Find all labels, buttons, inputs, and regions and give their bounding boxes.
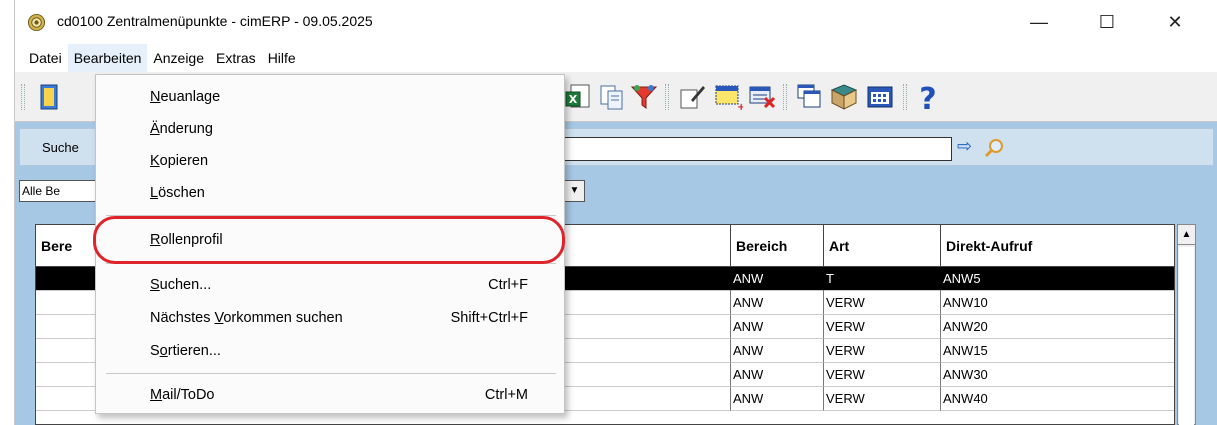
calculator-icon[interactable] [865, 82, 895, 112]
menu-item-shortcut: Ctrl+M [484, 387, 528, 403]
vertical-scrollbar[interactable]: ▲ [1177, 224, 1196, 425]
minimize-button[interactable]: — [1005, 0, 1073, 44]
cell-direkt: ANW10 [941, 291, 1174, 315]
menu-extras[interactable]: Extras [210, 44, 262, 72]
menu-item-naechstes-vorkommen[interactable]: Nächstes Vorkommen suchen Shift+Ctrl+F [96, 303, 564, 333]
menu-datei[interactable]: Datei [23, 44, 68, 72]
cell-art: VERW [824, 387, 941, 411]
cell-bereich: ANW [731, 267, 824, 291]
cell-art: T [824, 267, 941, 291]
column-header-art[interactable]: Art [824, 225, 941, 267]
svg-text:X: X [569, 93, 578, 106]
menu-item-sortieren[interactable]: Sortieren... [96, 336, 564, 366]
search-label: Suche [42, 140, 79, 155]
dropdown-arrow-icon[interactable]: ▼ [564, 181, 584, 201]
column-header-bereich[interactable]: Bereich [731, 225, 824, 267]
cell-direkt: ANW15 [941, 339, 1174, 363]
cell-art: VERW [824, 291, 941, 315]
cell-bereich: ANW [731, 363, 824, 387]
help-question-icon[interactable]: ? [913, 82, 943, 112]
toolbar-separator [903, 84, 907, 110]
menu-item-shortcut: Ctrl+F [488, 277, 528, 293]
close-button[interactable]: ✕ [1141, 0, 1209, 44]
toolbar-separator [665, 84, 669, 110]
cell-art: VERW [824, 339, 941, 363]
menu-item-label: Kopieren [150, 153, 209, 169]
menu-item-label: Sortieren... [150, 343, 221, 359]
new-record-icon[interactable]: + [713, 82, 743, 112]
book-help-icon[interactable] [829, 82, 859, 112]
menu-item-mail-todo[interactable]: Mail/ToDo Ctrl+M [96, 380, 564, 410]
search-go-arrow-icon[interactable]: ⇨ [957, 136, 972, 157]
maximize-button[interactable]: ☐ [1073, 0, 1141, 44]
svg-text:?: ? [919, 82, 936, 112]
cell-direkt: ANW30 [941, 363, 1174, 387]
menu-item-label: Löschen [150, 185, 205, 201]
menu-separator [106, 373, 556, 374]
menu-hilfe[interactable]: Hilfe [262, 44, 302, 72]
menu-item-neuanlage[interactable]: Neuanlage [96, 82, 564, 112]
gear-app-icon [27, 13, 46, 32]
svg-text:+: + [737, 102, 743, 112]
window-title: cd0100 Zentralmenüpunkte - cimERP - 09.0… [57, 13, 373, 29]
menu-item-label: Suchen... [150, 277, 212, 293]
cell-bereich: ANW [731, 315, 824, 339]
menu-item-shortcut: Shift+Ctrl+F [450, 310, 528, 326]
menu-anzeige[interactable]: Anzeige [147, 44, 210, 72]
menu-item-loeschen[interactable]: Löschen [96, 178, 564, 208]
cell-art: VERW [824, 363, 941, 387]
cell-bereich: ANW [731, 339, 824, 363]
menu-item-label: Änderung [150, 121, 213, 137]
menu-item-kopieren[interactable]: Kopieren [96, 146, 564, 176]
menu-item-label: Nächstes Vorkommen suchen [150, 310, 343, 326]
delete-record-icon[interactable] [747, 82, 777, 112]
menu-item-label: Mail/ToDo [150, 387, 215, 403]
toolbar-separator [21, 84, 25, 110]
menu-item-suchen[interactable]: Suchen... Ctrl+F [96, 270, 564, 300]
cell-direkt: ANW40 [941, 387, 1174, 411]
cell-art: VERW [824, 315, 941, 339]
exit-door-icon[interactable] [35, 82, 65, 112]
excel-export-icon[interactable]: X [563, 82, 593, 112]
scroll-thumb[interactable] [1179, 247, 1194, 425]
search-input[interactable] [550, 137, 952, 161]
title-bar: cd0100 Zentralmenüpunkte - cimERP - 09.0… [15, 0, 1217, 44]
menu-item-aenderung[interactable]: Änderung [96, 114, 564, 144]
highlight-annotation [93, 216, 565, 264]
cell-direkt: ANW20 [941, 315, 1174, 339]
column-header-direkt-aufruf[interactable]: Direkt-Aufruf [941, 225, 1174, 267]
toolbar-separator [783, 84, 787, 110]
magnifier-icon[interactable] [983, 137, 1005, 159]
scroll-up-arrow-icon[interactable]: ▲ [1178, 225, 1195, 245]
menu-bearbeiten[interactable]: Bearbeiten [67, 44, 148, 72]
menu-item-label: Neuanlage [150, 89, 221, 105]
copy-document-icon[interactable] [597, 82, 627, 112]
cell-bereich: ANW [731, 291, 824, 315]
menu-bar: Datei Bearbeiten Anzeige Extras Hilfe [15, 44, 1217, 72]
edit-properties-icon[interactable] [677, 82, 707, 112]
erp-window: cd0100 Zentralmenüpunkte - cimERP - 09.0… [14, 0, 1217, 425]
cell-direkt: ANW5 [941, 267, 1174, 291]
filter-icon[interactable] [629, 82, 659, 112]
windows-cascade-icon[interactable] [795, 82, 825, 112]
cell-bereich: ANW [731, 387, 824, 411]
